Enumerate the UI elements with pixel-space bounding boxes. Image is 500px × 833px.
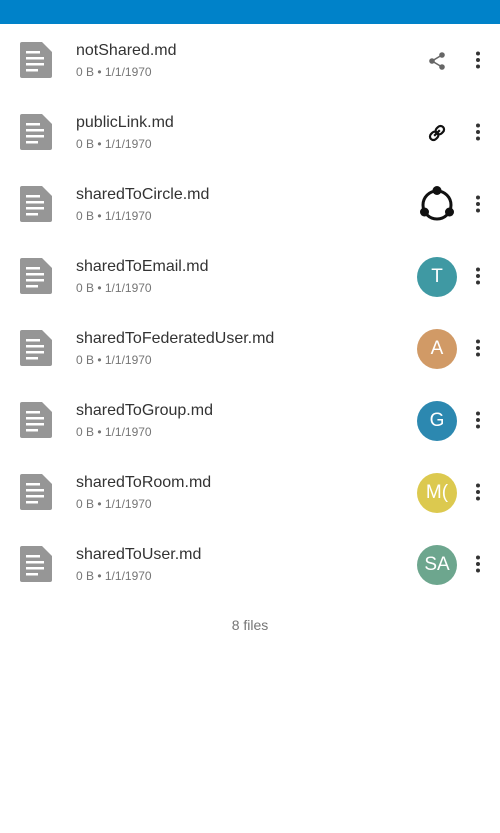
share-button[interactable]: M( (416, 472, 458, 514)
avatar: T (417, 257, 457, 297)
file-meta: 0 B • 1/1/1970 (76, 497, 152, 511)
file-row[interactable]: sharedToRoom.md 0 B • 1/1/1970 M( (0, 456, 500, 528)
file-name: sharedToCircle.md (76, 186, 210, 203)
more-vertical-icon (476, 411, 480, 429)
file-row[interactable]: notShared.md 0 B • 1/1/1970 (0, 24, 500, 96)
file-row[interactable]: sharedToGroup.md 0 B • 1/1/1970 G (0, 384, 500, 456)
more-options-button[interactable] (466, 334, 490, 362)
text-file-icon (20, 42, 52, 78)
text-file-icon (20, 114, 52, 150)
more-options-button[interactable] (466, 262, 490, 290)
file-row[interactable]: sharedToCircle.md 0 B • 1/1/1970 (0, 168, 500, 240)
more-vertical-icon (476, 51, 480, 69)
circle-icon (420, 186, 454, 221)
avatar: G (417, 401, 457, 441)
file-name: sharedToGroup.md (76, 402, 213, 419)
avatar: SA (417, 545, 457, 585)
more-options-button[interactable] (466, 118, 490, 146)
text-file-icon (20, 330, 52, 366)
file-count-footer: 8 files (231, 617, 269, 633)
text-file-icon (20, 258, 52, 294)
more-vertical-icon (476, 555, 480, 573)
text-file-icon (20, 474, 52, 510)
file-name: sharedToRoom.md (76, 474, 212, 491)
share-button[interactable]: SA (416, 544, 458, 586)
more-options-button[interactable] (466, 46, 490, 74)
text-file-icon (20, 186, 52, 222)
more-vertical-icon (476, 195, 480, 213)
avatar: M( (417, 473, 457, 513)
file-meta: 0 B • 1/1/1970 (76, 137, 152, 151)
share-button[interactable] (416, 40, 458, 82)
more-vertical-icon (476, 483, 480, 501)
status-bar (0, 0, 500, 24)
file-meta: 0 B • 1/1/1970 (76, 209, 152, 223)
file-row[interactable]: sharedToEmail.md 0 B • 1/1/1970 T (0, 240, 500, 312)
file-name: sharedToEmail.md (76, 258, 209, 275)
share-button[interactable]: T (416, 256, 458, 298)
file-name: sharedToUser.md (76, 546, 202, 563)
file-name: notShared.md (76, 42, 177, 59)
more-vertical-icon (476, 339, 480, 357)
file-meta: 0 B • 1/1/1970 (76, 569, 152, 583)
share-button[interactable] (416, 112, 458, 154)
share-button[interactable] (416, 184, 458, 226)
more-options-button[interactable] (466, 550, 490, 578)
more-options-button[interactable] (466, 478, 490, 506)
file-row[interactable]: publicLink.md 0 B • 1/1/1970 (0, 96, 500, 168)
file-name: publicLink.md (76, 114, 174, 131)
share-button[interactable]: A (416, 328, 458, 370)
file-name: sharedToFederatedUser.md (76, 330, 275, 347)
file-meta: 0 B • 1/1/1970 (76, 425, 152, 439)
file-meta: 0 B • 1/1/1970 (76, 353, 152, 367)
link-icon (428, 124, 446, 142)
more-vertical-icon (476, 123, 480, 141)
share-icon (429, 52, 445, 70)
text-file-icon (20, 402, 52, 438)
avatar: A (417, 329, 457, 369)
file-list: notShared.md 0 B • 1/1/1970 publicLink.m… (0, 24, 500, 600)
more-options-button[interactable] (466, 190, 490, 218)
text-file-icon (20, 546, 52, 582)
more-options-button[interactable] (466, 406, 490, 434)
file-row[interactable]: sharedToFederatedUser.md 0 B • 1/1/1970 … (0, 312, 500, 384)
file-meta: 0 B • 1/1/1970 (76, 281, 152, 295)
file-row[interactable]: sharedToUser.md 0 B • 1/1/1970 SA (0, 528, 500, 600)
share-button[interactable]: G (416, 400, 458, 442)
more-vertical-icon (476, 267, 480, 285)
file-meta: 0 B • 1/1/1970 (76, 65, 152, 79)
